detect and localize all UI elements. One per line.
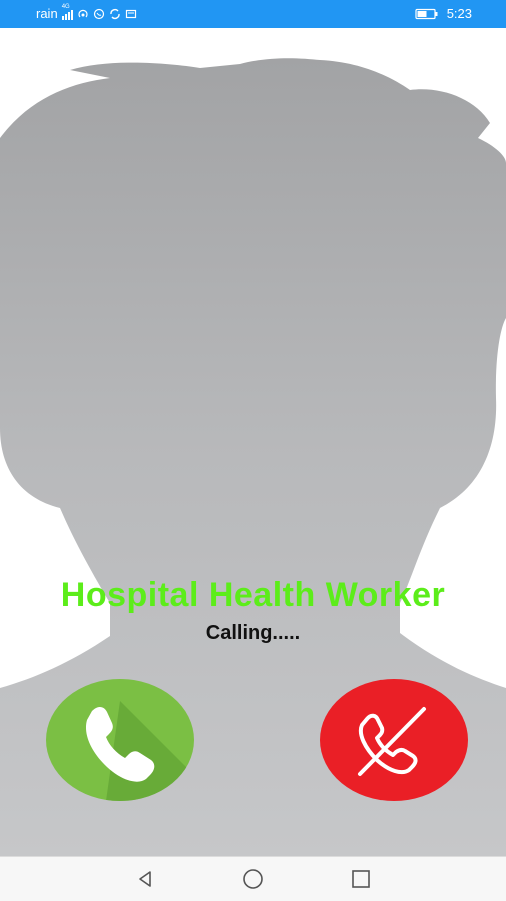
status-left: rain 4G <box>36 4 137 21</box>
signal-icon: 4G <box>61 4 73 20</box>
recents-icon <box>352 870 370 888</box>
back-icon <box>139 871 151 887</box>
whatsapp-icon <box>93 8 104 19</box>
accept-call-button[interactable] <box>46 679 194 801</box>
status-bar: rain 4G 5:23 <box>0 0 506 28</box>
nav-home-button[interactable] <box>240 867 266 891</box>
clock: 5:23 <box>446 6 472 21</box>
phone-icon <box>85 701 194 801</box>
message-icon <box>125 9 136 18</box>
status-right: 5:23 <box>415 6 472 21</box>
phone-hangup-icon <box>358 707 426 776</box>
call-screen: Hospital Health Worker Calling..... <box>0 28 506 856</box>
sync-icon <box>109 8 120 19</box>
caller-name: Hospital Health Worker <box>60 576 446 614</box>
network-badge: 4G <box>61 3 70 10</box>
decline-call-button[interactable] <box>320 679 468 801</box>
carrier-label: rain <box>36 6 58 21</box>
nav-back-button[interactable] <box>132 867 158 891</box>
hotspot-icon <box>78 9 88 17</box>
nav-recents-button[interactable] <box>348 867 374 891</box>
battery-icon <box>415 8 438 19</box>
call-status: Calling..... <box>205 622 301 644</box>
navigation-bar <box>0 856 506 901</box>
home-icon <box>243 869 263 889</box>
